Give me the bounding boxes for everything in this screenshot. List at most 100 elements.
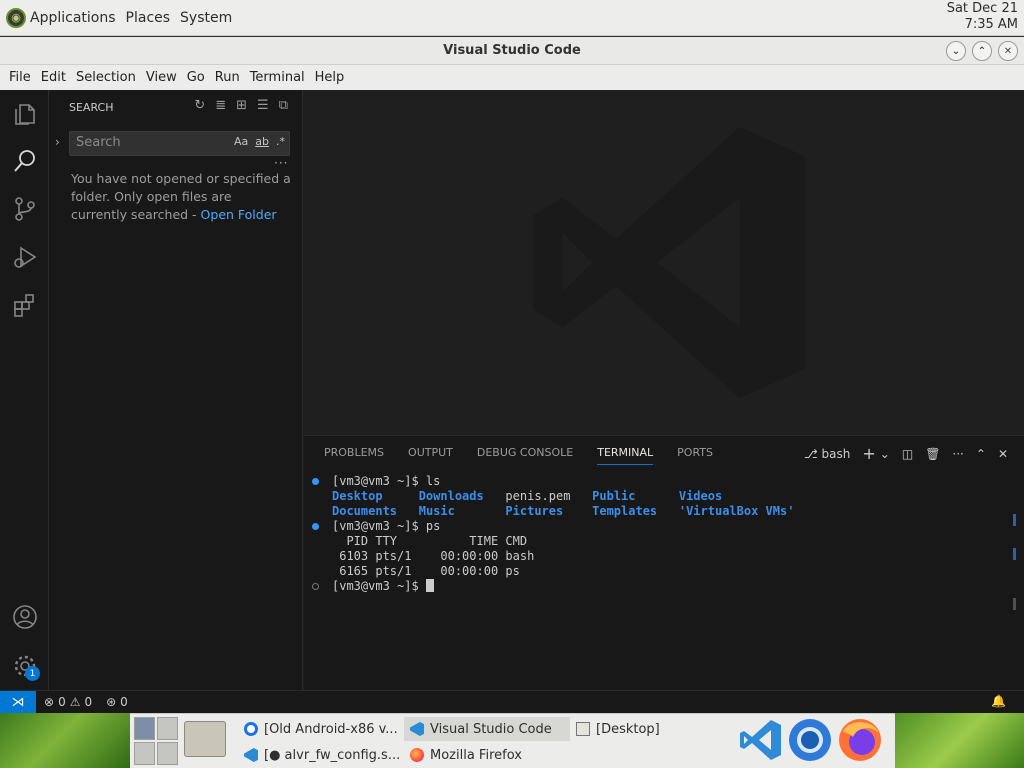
editor-area[interactable] [304,90,1024,435]
desktop-wallpaper-left [0,713,130,768]
menu-edit[interactable]: Edit [36,70,71,85]
match-whole-word-toggle[interactable]: ab [255,135,269,148]
terminal-scrollbar[interactable] [1013,514,1016,610]
task-old-android-chrome[interactable]: [Old Android-x86 v... [238,717,400,741]
split-terminal-icon[interactable]: ◫ [902,447,913,461]
tab-ports[interactable]: PORTS [677,438,713,465]
open-folder-link[interactable]: Open Folder [201,207,277,222]
clock[interactable]: Sat Dec 21 7:35 AM [947,1,1018,33]
vscode-task-icon [410,722,424,736]
search-icon[interactable] [11,147,39,175]
no-folder-message: You have not opened or specified a folde… [71,170,291,224]
status-bar: ⋊ ⊗ 0 ⚠ 0 ⊛ 0 🔔 [0,690,1024,713]
menu-go[interactable]: Go [182,70,210,85]
task-vscode[interactable]: Visual Studio Code [404,717,570,741]
toggle-search-details-icon[interactable]: ··· [274,156,288,170]
vscode-launcher-icon[interactable] [738,717,784,763]
ls-entry: Documents [332,504,398,518]
command-decoration-success[interactable] [312,523,319,530]
close-window-button[interactable]: ✕ [998,41,1018,61]
view-as-tree-icon[interactable]: ☰ [257,98,269,113]
terminal-cursor [425,579,434,592]
clock-date: Sat Dec 21 [946,1,1018,16]
ls-entry: Desktop [332,489,383,503]
source-control-icon[interactable] [11,195,39,223]
kill-terminal-trash-icon[interactable]: 🗑 [925,447,940,461]
close-panel-icon[interactable]: ✕ [998,447,1008,461]
task-alvr-config[interactable]: [● alvr_fw_config.s... [238,743,400,767]
workspace-1[interactable] [134,717,155,740]
accounts-icon[interactable] [11,603,39,631]
terminal-shell-icon: ⎇ [803,446,818,461]
extensions-icon[interactable] [11,291,39,319]
ports-status[interactable]: ⊛ 0 [106,695,128,709]
places-menu[interactable]: Places [126,10,171,26]
command-decoration-success[interactable] [312,478,319,485]
maximize-panel-icon[interactable]: ⌃ [976,447,986,461]
menu-selection[interactable]: Selection [71,70,141,85]
toggle-replace-chevron-icon[interactable]: › [55,135,60,149]
explorer-icon[interactable] [11,100,39,128]
remote-indicator-icon[interactable]: ⋊ [0,691,36,713]
new-search-editor-icon[interactable]: ⊞ [236,98,247,113]
menu-help[interactable]: Help [310,70,350,85]
bottom-taskbar: [Old Android-x86 v... Visual Studio Code… [130,713,895,768]
minimize-button[interactable]: ⌄ [946,41,966,61]
workspace-4[interactable] [157,742,178,765]
search-placeholder: Search [76,135,121,150]
problems-status[interactable]: ⊗ 0 ⚠ 0 [44,695,92,709]
use-regex-toggle[interactable]: .* [276,135,285,148]
terminal-output[interactable]: [vm3@vm3 ~]$ ls Desktop Downloads penis.… [304,474,1024,674]
error-icon: ⊗ [44,695,55,709]
system-menu[interactable]: System [180,10,232,26]
collapse-all-icon[interactable]: ⧉ [279,98,288,113]
ls-entry: penis.pem [505,489,571,503]
window-titlebar[interactable]: Visual Studio Code ⌄ ⌃ ✕ [0,37,1024,65]
refresh-icon[interactable]: ↻ [194,98,205,113]
error-count: 0 [58,695,66,709]
workspace-2[interactable] [157,717,178,740]
run-debug-icon[interactable] [11,243,39,271]
tab-output[interactable]: OUTPUT [408,438,453,465]
file-manager-launcher-icon[interactable] [184,721,226,757]
applications-menu[interactable]: Applications [30,10,116,26]
tab-problems[interactable]: PROBLEMS [324,438,384,465]
vscode-watermark-logo-icon [533,126,805,399]
menu-run[interactable]: Run [210,70,245,85]
more-actions-icon[interactable]: ··· [952,447,963,461]
new-terminal-plus-icon[interactable]: + [862,444,875,463]
window-title: Visual Studio Code [443,43,581,58]
menubar: File Edit Selection View Go Run Terminal… [0,65,1024,90]
menu-view[interactable]: View [141,70,182,85]
clear-results-icon[interactable]: ≣ [215,98,226,113]
firefox-launcher-icon[interactable] [837,717,883,763]
ls-entry: Music [418,504,455,518]
launch-profile-chevron-icon[interactable]: ⌄ [880,447,890,461]
command-decoration-pending[interactable] [312,583,319,590]
workspace-3[interactable] [134,742,155,765]
ls-entry: Templates [592,504,658,518]
menu-file[interactable]: File [4,70,36,85]
search-input[interactable]: Search Aa ab .* [69,131,290,156]
ls-entry: Downloads [418,489,484,503]
chromium-launcher-icon[interactable] [787,717,833,763]
tab-terminal[interactable]: TERMINAL [597,438,653,465]
menu-terminal[interactable]: Terminal [245,70,310,85]
warning-icon: ⚠ [69,695,81,709]
ls-entry: Pictures [505,504,564,518]
top-panel: ◉ Applications Places System Sat Dec 21 … [0,0,1024,36]
task-desktop[interactable]: [Desktop] [570,717,720,741]
tab-debug-console[interactable]: DEBUG CONSOLE [477,438,573,465]
maximize-button[interactable]: ⌃ [972,41,992,61]
terminal-line-2: [vm3@vm3 ~]$ ps [332,519,440,534]
distro-logo-icon[interactable]: ◉ [6,7,26,28]
terminal-ls-row-1: Desktop Downloads penis.pem Public Video… [332,489,722,504]
notifications-bell-icon[interactable]: 🔔 [991,694,1006,708]
task-firefox[interactable]: Mozilla Firefox [404,743,570,767]
terminal-shell-name: bash [821,446,851,461]
vscode-task-icon [244,748,258,762]
workspace-switcher[interactable] [134,717,178,765]
terminal-shell-selector[interactable]: ⎇ bash [804,447,850,461]
match-case-toggle[interactable]: Aa [234,135,248,148]
sidebar-title: SEARCH [69,101,114,114]
